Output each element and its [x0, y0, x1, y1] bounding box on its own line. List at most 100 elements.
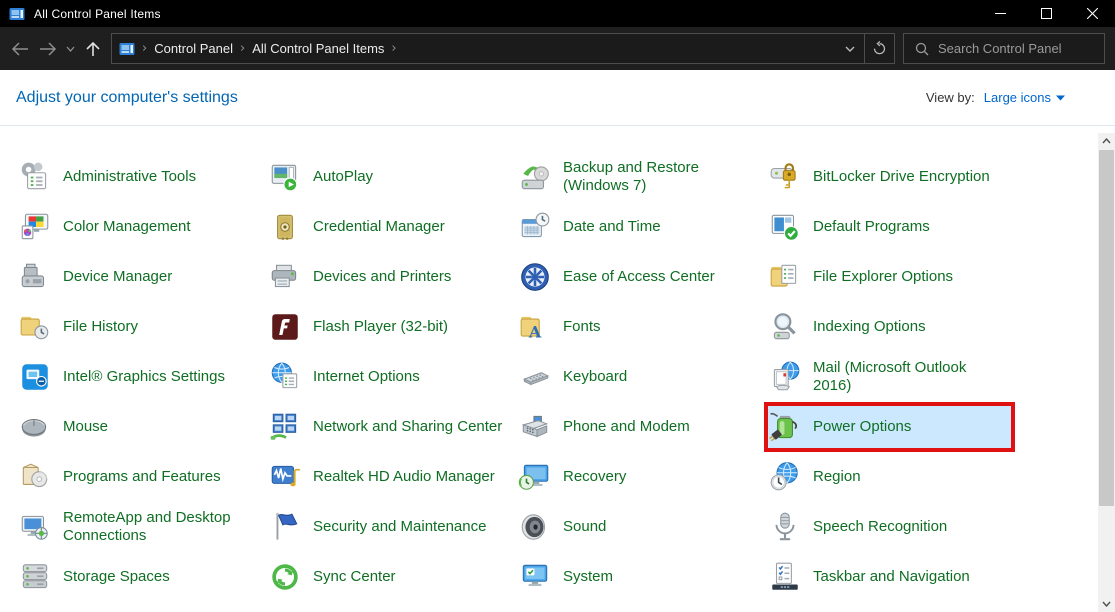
breadcrumb-chevron-icon[interactable]: › — [233, 41, 252, 56]
security-maintenance-icon — [268, 510, 302, 544]
control-panel-item[interactable]: Administrative Tools — [14, 152, 264, 202]
control-panel-item[interactable]: Realtek HD Audio Manager — [264, 452, 514, 502]
control-panel-item[interactable]: Network and Sharing Center — [264, 402, 514, 452]
control-panel-item[interactable]: Phone and Modem — [514, 402, 764, 452]
control-panel-item[interactable]: Mail (Microsoft Outlook 2016) — [764, 352, 1015, 402]
minimize-button[interactable] — [977, 0, 1023, 27]
refresh-button[interactable] — [865, 34, 894, 63]
item-label: Taskbar and Navigation — [813, 568, 970, 586]
control-panel-item[interactable]: Recovery — [514, 452, 764, 502]
breadcrumb-chevron-icon[interactable]: › — [384, 41, 403, 56]
view-by-value: Large icons — [984, 90, 1051, 105]
breadcrumb-item[interactable]: All Control Panel Items — [252, 41, 384, 56]
control-panel-icon — [9, 6, 25, 22]
control-panel-item[interactable]: BitLocker Drive Encryption — [764, 152, 1015, 202]
control-panel-item[interactable]: AutoPlay — [264, 152, 514, 202]
control-panel-item[interactable]: Indexing Options — [764, 302, 1015, 352]
scrollbar[interactable] — [1098, 133, 1115, 612]
control-panel-item-selected[interactable]: Power Options — [764, 402, 1015, 452]
control-panel-item[interactable]: Devices and Printers — [264, 252, 514, 302]
caret-down-icon — [1056, 95, 1065, 101]
system-icon — [518, 560, 552, 594]
item-label: Network and Sharing Center — [313, 418, 502, 436]
address-dropdown-button[interactable] — [835, 34, 864, 63]
item-label: File History — [63, 318, 138, 336]
admin-tools-icon — [18, 160, 52, 194]
up-button[interactable] — [79, 34, 107, 64]
scroll-down-button[interactable] — [1098, 596, 1115, 612]
address-bar[interactable]: ›Control Panel›All Control Panel Items› — [111, 33, 895, 64]
control-panel-item[interactable]: Programs and Features — [14, 452, 264, 502]
maximize-button[interactable] — [1023, 0, 1069, 27]
search-box[interactable]: Search Control Panel — [903, 33, 1105, 64]
realtek-audio-icon — [268, 460, 302, 494]
close-button[interactable] — [1069, 0, 1115, 27]
item-label: File Explorer Options — [813, 268, 953, 286]
control-panel-item[interactable]: Backup and Restore (Windows 7) — [514, 152, 764, 202]
speech-recognition-icon — [768, 510, 802, 544]
control-panel-item[interactable]: Default Programs — [764, 202, 1015, 252]
control-panel-item[interactable]: Internet Options — [264, 352, 514, 402]
breadcrumb-item[interactable]: Control Panel — [154, 41, 233, 56]
control-panel-item[interactable]: Intel® Graphics Settings — [14, 352, 264, 402]
network-sharing-icon — [268, 410, 302, 444]
item-label: Realtek HD Audio Manager — [313, 468, 495, 486]
control-panel-item[interactable]: File History — [14, 302, 264, 352]
maximize-icon — [1041, 8, 1052, 19]
breadcrumb-chevron-icon[interactable]: › — [135, 41, 154, 56]
control-panel-item[interactable]: Region — [764, 452, 1015, 502]
autoplay-icon — [268, 160, 302, 194]
control-panel-item[interactable]: Security and Maintenance — [264, 502, 514, 552]
indexing-options-icon — [768, 310, 802, 344]
device-manager-icon — [18, 260, 52, 294]
control-panel-item[interactable]: Sound — [514, 502, 764, 552]
search-placeholder: Search Control Panel — [938, 41, 1062, 56]
file-history-icon — [18, 310, 52, 344]
control-panel-item[interactable]: Storage Spaces — [14, 552, 264, 602]
bitlocker-icon — [768, 160, 802, 194]
control-panel-item[interactable]: File Explorer Options — [764, 252, 1015, 302]
control-panel-item[interactable]: Speech Recognition — [764, 502, 1015, 552]
default-programs-icon — [768, 210, 802, 244]
control-panel-item[interactable]: Device Manager — [14, 252, 264, 302]
control-panel-item[interactable]: Keyboard — [514, 352, 764, 402]
search-icon — [915, 42, 929, 56]
control-panel-item[interactable]: Mouse — [14, 402, 264, 452]
back-button[interactable] — [6, 34, 34, 64]
storage-spaces-icon — [18, 560, 52, 594]
mouse-icon — [18, 410, 52, 444]
item-label: Mouse — [63, 418, 108, 436]
backup-restore-icon — [518, 160, 552, 194]
forward-arrow-icon — [39, 42, 57, 56]
recent-pages-button[interactable] — [62, 34, 79, 64]
control-panel-item[interactable]: A Fonts — [514, 302, 764, 352]
control-panel-item[interactable]: Ease of Access Center — [514, 252, 764, 302]
minimize-icon — [995, 8, 1006, 19]
control-panel-item[interactable]: Flash Player (32-bit) — [264, 302, 514, 352]
control-panel-icon — [119, 41, 135, 57]
scroll-up-button[interactable] — [1098, 133, 1115, 149]
mail-icon — [768, 360, 802, 394]
item-label: Recovery — [563, 468, 626, 486]
keyboard-icon — [518, 360, 552, 394]
control-panel-item[interactable]: Date and Time — [514, 202, 764, 252]
scrollbar-thumb[interactable] — [1099, 150, 1114, 506]
control-panel-item[interactable]: Sync Center — [264, 552, 514, 602]
fonts-icon: A — [518, 310, 552, 344]
forward-button[interactable] — [34, 34, 62, 64]
page-header: Adjust your computer's settings View by:… — [0, 70, 1115, 126]
chevron-down-icon — [66, 46, 75, 52]
item-label: Internet Options — [313, 368, 420, 386]
item-label: Indexing Options — [813, 318, 926, 336]
recovery-icon — [518, 460, 552, 494]
control-panel-item[interactable]: Taskbar and Navigation — [764, 552, 1015, 602]
item-label: Default Programs — [813, 218, 930, 236]
programs-features-icon — [18, 460, 52, 494]
control-panel-item[interactable]: Credential Manager — [264, 202, 514, 252]
item-label: Flash Player (32-bit) — [313, 318, 448, 336]
control-panel-item[interactable]: RemoteApp and Desktop Connections — [14, 502, 264, 552]
control-panel-item[interactable]: System — [514, 552, 764, 602]
control-panel-item[interactable]: Color Management — [14, 202, 264, 252]
view-by-dropdown[interactable]: Large icons — [984, 90, 1065, 105]
item-label: Date and Time — [563, 218, 661, 236]
